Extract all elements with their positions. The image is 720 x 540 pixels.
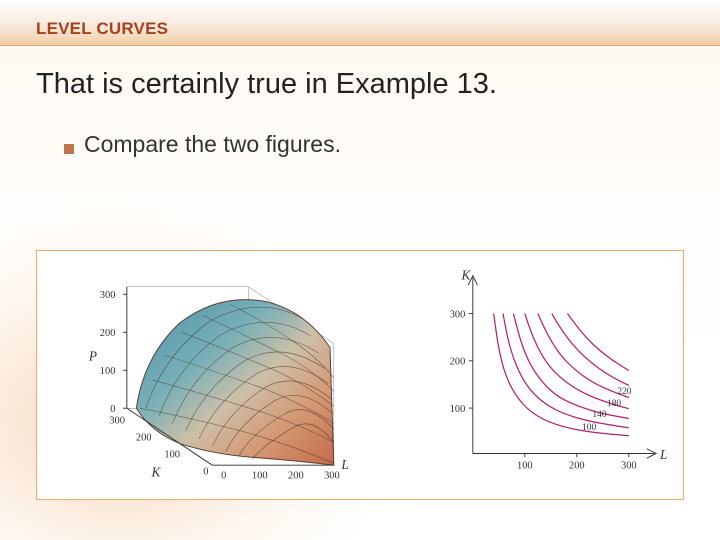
figure-3d-surface: 0 100 200 300 P xyxy=(49,259,410,491)
level-curve-label: 180 xyxy=(607,399,621,409)
slide-subtitle: That is certainly true in Example 13. xyxy=(36,68,720,101)
k-tick-300: 300 xyxy=(109,415,125,426)
l-tick-200: 200 xyxy=(288,470,304,481)
l-tick-0: 0 xyxy=(221,470,226,481)
level-curve xyxy=(503,314,629,428)
level-curve-label: 140 xyxy=(592,410,606,420)
k2-axis-label: K xyxy=(460,268,471,283)
k2-tick-300: 300 xyxy=(449,309,465,320)
bullet-text: Compare the two figures. xyxy=(84,131,341,158)
level-curve xyxy=(567,314,628,371)
l-axis-label: L xyxy=(340,457,348,472)
level-curve-label: 100 xyxy=(582,423,596,433)
bullet-item: Compare the two figures. xyxy=(64,131,720,158)
k2-tick-100: 100 xyxy=(449,404,465,415)
p-axis-label: P xyxy=(88,349,97,364)
header-title: LEVEL CURVES xyxy=(36,19,168,39)
bullet-square-icon xyxy=(64,144,74,154)
l2-tick-200: 200 xyxy=(569,461,585,472)
bullet-list: Compare the two figures. xyxy=(64,131,720,158)
k-tick-0: 0 xyxy=(203,467,208,478)
p-tick-300: 300 xyxy=(100,290,116,301)
surface-plot-svg: 0 100 200 300 P xyxy=(49,259,410,491)
l2-tick-300: 300 xyxy=(621,461,637,472)
k-axis-label: K xyxy=(151,465,162,480)
figure-frame: 0 100 200 300 P xyxy=(36,250,684,500)
header-bar: LEVEL CURVES xyxy=(0,0,720,46)
p-tick-200: 200 xyxy=(100,328,116,339)
l-tick-100: 100 xyxy=(252,470,268,481)
k-tick-200: 200 xyxy=(136,433,152,444)
figure-level-curves: K L 100 200 300 100 200 300 100 140180 220 xyxy=(435,259,671,491)
level-curve-label: 220 xyxy=(617,387,631,397)
k-tick-100: 100 xyxy=(164,450,180,461)
p-tick-100: 100 xyxy=(100,366,116,377)
p-tick-0: 0 xyxy=(110,404,115,415)
l2-axis-label: L xyxy=(659,447,667,462)
l-tick-300: 300 xyxy=(324,470,340,481)
k2-tick-200: 200 xyxy=(449,357,465,368)
level-curve xyxy=(551,314,628,386)
level-curves-svg: K L 100 200 300 100 200 300 100 140180 220 xyxy=(435,259,671,491)
l2-tick-100: 100 xyxy=(517,461,533,472)
